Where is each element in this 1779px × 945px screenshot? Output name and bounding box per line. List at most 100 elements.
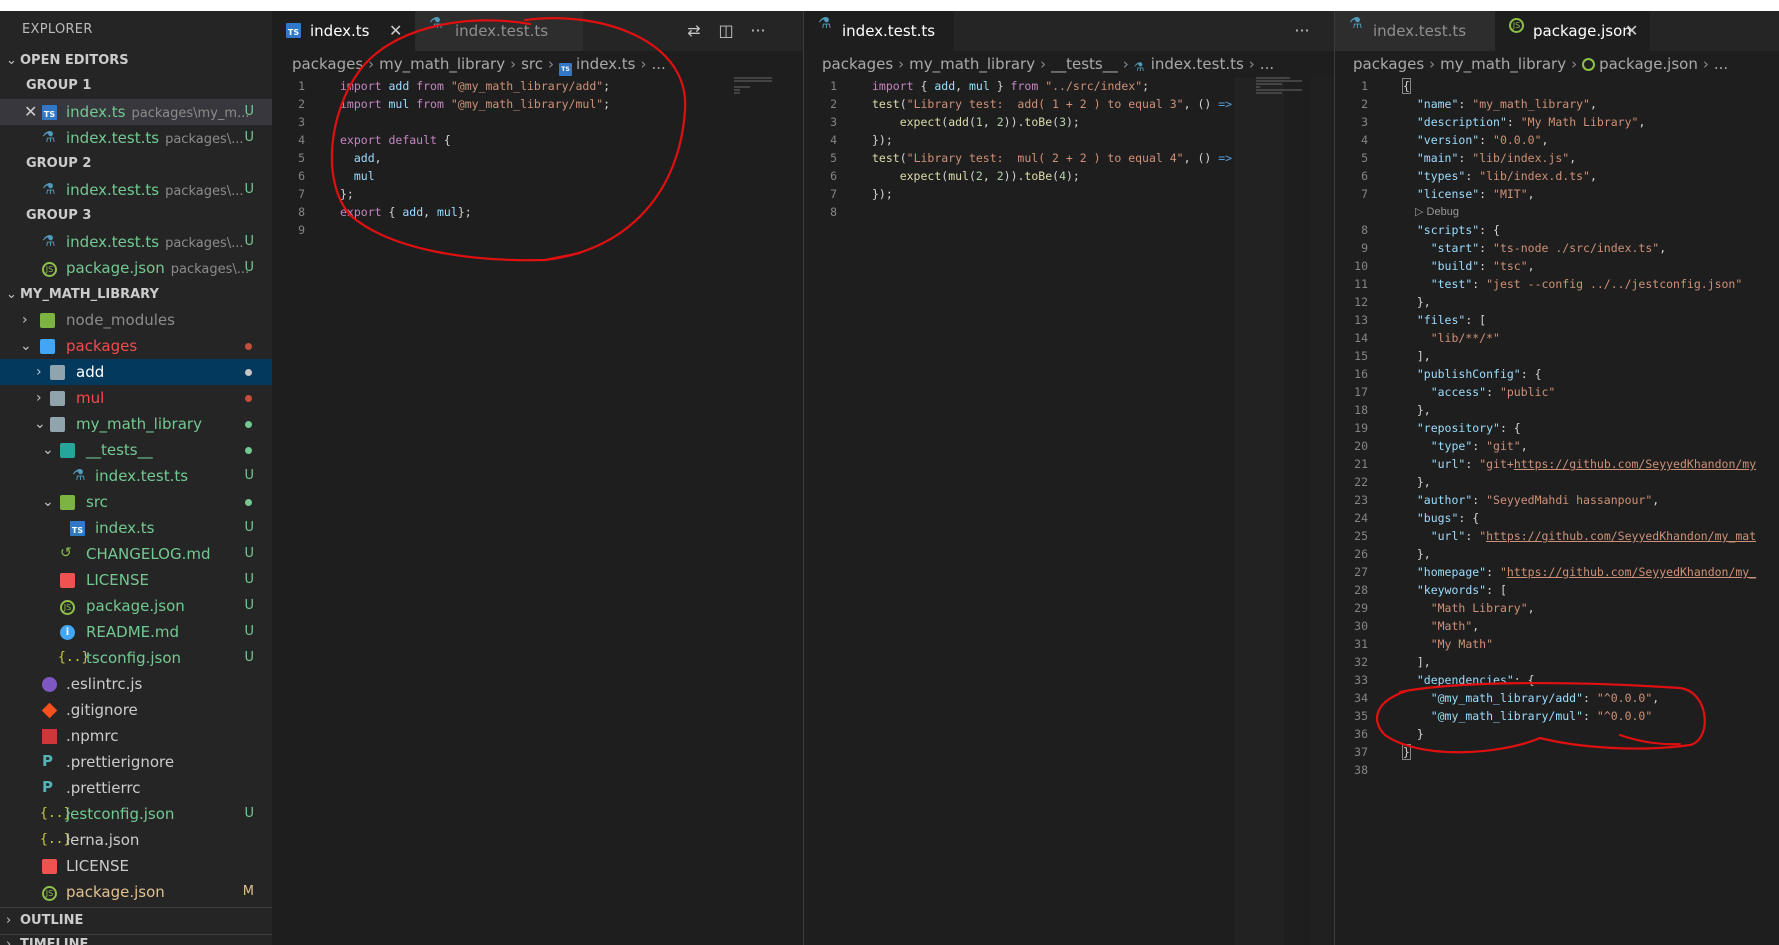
open-editor-index-test-ts[interactable]: ⚗ index.test.ts packages\... U	[0, 229, 272, 255]
chevron-down-icon: ⌄	[42, 494, 54, 510]
tree-item-license[interactable]: LICENSE U	[0, 567, 272, 593]
code-editor[interactable]: 1{ 2 "name": "my_math_library", 3 "descr…	[1335, 77, 1779, 779]
tree-item-lerna[interactable]: {..} lerna.json	[0, 827, 272, 853]
tree-item-mul[interactable]: › mul	[0, 385, 272, 411]
breadcrumb-item[interactable]: my_math_library	[909, 55, 1035, 73]
project-header[interactable]: ⌄ MY_MATH_LIBRARY	[0, 283, 272, 307]
outline-header[interactable]: › OUTLINE	[0, 907, 272, 934]
tree-item-add[interactable]: › add	[0, 359, 272, 385]
split-editor-icon[interactable]: ◫	[716, 21, 736, 41]
timeline-header[interactable]: › TIMELINE	[0, 934, 272, 945]
chevron-down-icon: ⌄	[42, 442, 54, 458]
breadcrumb-item[interactable]: ...	[652, 55, 666, 73]
tree-item-jestconfig[interactable]: {..} jestconfig.json U	[0, 801, 272, 827]
chevron-right-icon: ›	[1702, 55, 1709, 73]
typescript-file-icon: TS	[286, 23, 301, 38]
breadcrumb-item[interactable]: __tests__	[1051, 55, 1118, 73]
folder-open-icon	[50, 417, 65, 432]
tree-item-npmrc[interactable]: .npmrc	[0, 723, 272, 749]
breadcrumb-item[interactable]: packages	[1353, 55, 1424, 73]
git-badge: U	[244, 520, 254, 535]
tree-item-src[interactable]: ⌄ src	[0, 489, 272, 515]
tab-package-json[interactable]: JS package.json ✕	[1495, 11, 1650, 51]
breadcrumb-item[interactable]: my_math_library	[379, 55, 505, 73]
test-flask-icon: ⚗	[818, 14, 832, 32]
chevron-right-icon: ›	[6, 937, 12, 945]
breadcrumb-item[interactable]: src	[521, 55, 543, 73]
tree-item-index-ts[interactable]: TS index.ts U	[0, 515, 272, 541]
breadcrumb: packages › my_math_library › src › TS index.ts ›…	[272, 51, 803, 77]
compare-changes-icon[interactable]: ⇄	[684, 21, 704, 41]
breadcrumb-item[interactable]: my_math_library	[1440, 55, 1566, 73]
tree-item-gitignore[interactable]: .gitignore	[0, 697, 272, 723]
editor-group-3: ⚗ index.test.ts JS package.json ✕ packag…	[1335, 11, 1779, 945]
chevron-down-icon: ⌄	[20, 338, 32, 354]
editor-group-1: TS index.ts ✕ ⚗ index.test.ts ⇄ ◫ ··· pa…	[272, 11, 803, 945]
timeline-title: TIMELINE	[20, 937, 89, 945]
tab-index-test-ts[interactable]: ⚗ index.test.ts	[415, 11, 583, 51]
tree-item-eslintrc[interactable]: .eslintrc.js	[0, 671, 272, 697]
folder-src-icon	[60, 495, 75, 510]
breadcrumb-item[interactable]: packages	[292, 55, 363, 73]
tree-item-tests[interactable]: ⌄ __tests__	[0, 437, 272, 463]
tree-item-package-json[interactable]: JS package.json U	[0, 593, 272, 619]
tree-item-index-test-ts[interactable]: ⚗ index.test.ts U	[0, 463, 272, 489]
minimap-shade	[1234, 77, 1284, 945]
open-editors-header[interactable]: ⌄ OPEN EDITORS	[0, 49, 272, 73]
chevron-right-icon: ›	[36, 364, 42, 380]
more-actions-icon[interactable]: ···	[748, 21, 768, 41]
git-badge: U	[244, 104, 254, 119]
breadcrumb-item[interactable]: ...	[1260, 55, 1274, 73]
tree-item-label: add	[76, 363, 105, 381]
close-icon[interactable]: ✕	[1625, 11, 1638, 51]
tree-item-package-json-root[interactable]: JS package.json M	[0, 879, 272, 905]
chevron-down-icon: ⌄	[6, 53, 17, 68]
tree-item-label: lerna.json	[66, 831, 140, 849]
debug-codelens[interactable]: ▷ Debug	[1335, 203, 1779, 221]
open-editor-package-json[interactable]: JS package.json packages\... U	[0, 255, 272, 281]
tree-item-tsconfig[interactable]: {..} tsconfig.json U	[0, 645, 272, 671]
chevron-right-icon: ›	[898, 55, 905, 73]
tree-item-changelog[interactable]: ↺ CHANGELOG.md U	[0, 541, 272, 567]
tree-item-my-math-library[interactable]: ⌄ my_math_library	[0, 411, 272, 437]
minimap[interactable]	[1256, 77, 1316, 95]
tree-item-readme[interactable]: i README.md U	[0, 619, 272, 645]
tab-index-test-ts[interactable]: ⚗ index.test.ts	[1335, 11, 1495, 51]
test-flask-icon: ⚗	[1349, 14, 1363, 32]
breadcrumb-item[interactable]: package.json	[1599, 55, 1698, 73]
group-2-label: GROUP 2	[26, 156, 92, 171]
tree-item-prettierignore[interactable]: P .prettierignore	[0, 749, 272, 775]
open-editor-path: packages\...	[170, 262, 250, 277]
minimap[interactable]	[734, 77, 794, 95]
tree-item-label: .prettierignore	[66, 753, 175, 771]
tree-item-label: node_modules	[66, 311, 175, 329]
breadcrumb-item[interactable]: index.ts	[576, 55, 636, 73]
tree-item-license-root[interactable]: LICENSE	[0, 853, 272, 879]
chevron-right-icon: ›	[1248, 55, 1255, 73]
close-icon[interactable]: ✕	[389, 11, 402, 51]
open-editor-index-test-ts[interactable]: ⚗ index.test.ts packages\... U	[0, 177, 272, 203]
breadcrumb-item[interactable]: index.test.ts	[1151, 55, 1244, 73]
tree-item-label: tsconfig.json	[86, 649, 182, 667]
tab-index-ts[interactable]: TS index.ts ✕	[272, 11, 415, 51]
tree-item-packages[interactable]: ⌄ packages	[0, 333, 272, 359]
bugs-link[interactable]: https://github.com/SeyyedKhandon/my_mat	[1486, 529, 1756, 543]
close-icon[interactable]: ✕	[24, 99, 37, 125]
test-flask-icon: ⚗	[42, 128, 56, 146]
tree-item-label: .npmrc	[66, 727, 119, 745]
breadcrumb-item[interactable]: ...	[1714, 55, 1728, 73]
repository-link[interactable]: https://github.com/SeyyedKhandon/my	[1514, 457, 1756, 471]
homepage-link[interactable]: https://github.com/SeyyedKhandon/my_	[1507, 565, 1756, 579]
tab-index-test-ts[interactable]: ⚗ index.test.ts	[804, 11, 954, 51]
more-actions-icon[interactable]: ···	[1292, 21, 1312, 41]
json-braces-icon: {..}	[40, 806, 72, 821]
vertical-scrollbar[interactable]	[1310, 77, 1334, 945]
tree-item-node-modules[interactable]: › node_modules	[0, 307, 272, 333]
tree-item-prettierrc[interactable]: P .prettierrc	[0, 775, 272, 801]
open-editor-index-ts[interactable]: ✕ TS index.ts packages\my_m... U	[0, 99, 272, 125]
code-editor[interactable]: 1 import add from "@my_math_library/add";…	[272, 77, 803, 239]
info-icon: i	[60, 625, 75, 640]
git-badge: M	[242, 884, 254, 899]
open-editor-index-test-ts[interactable]: ⚗ index.test.ts packages\... U	[0, 125, 272, 151]
breadcrumb-item[interactable]: packages	[822, 55, 893, 73]
